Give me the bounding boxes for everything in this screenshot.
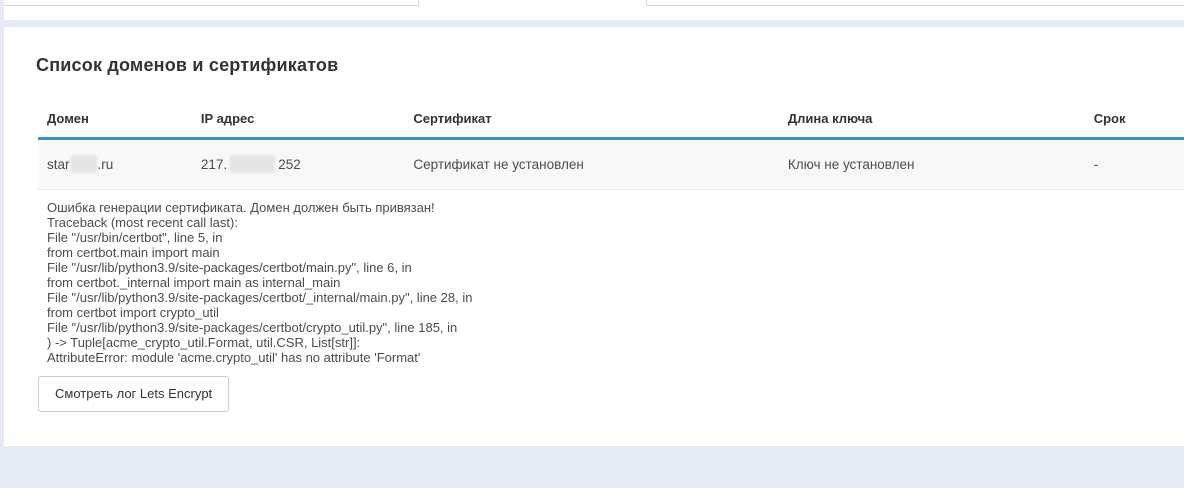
- ip-prefix: 217.: [201, 157, 227, 172]
- traceback-line: File "/usr/lib/python3.9/site-packages/c…: [47, 290, 1184, 305]
- traceback-line: File "/usr/lib/python3.9/site-packages/c…: [47, 260, 1184, 275]
- traceback-line: ) -> Tuple[acme_crypto_util.Format, util…: [47, 335, 1184, 350]
- traceback-line: AttributeError: module 'acme.crypto_util…: [47, 350, 1184, 365]
- traceback-line: from certbot._internal import main as in…: [47, 275, 1184, 290]
- column-header-domain: Домен: [38, 91, 192, 139]
- column-header-term: Срок: [1085, 91, 1184, 139]
- tab-bar: [4, 0, 1184, 20]
- page-root: { "page": { "heading": "Список доменов и…: [0, 0, 1184, 488]
- traceback-line: File "/usr/bin/certbot", line 5, in: [47, 230, 1184, 245]
- tab-left[interactable]: [4, 0, 419, 6]
- table-row[interactable]: star .ru 217. 252 Сертификат не установлен…: [38, 139, 1184, 190]
- term-cell: -: [1085, 139, 1184, 190]
- column-header-ip: IP адрес: [192, 91, 404, 139]
- traceback-line: from certbot.main import main: [47, 245, 1184, 260]
- content-card: Список доменов и сертификатов Домен IP а…: [4, 27, 1184, 446]
- certificate-cell: Сертификат не установлен: [404, 139, 779, 190]
- certificate-error-traceback: Ошибка генерации сертификата. Домен долж…: [47, 200, 1184, 365]
- domain-suffix: .ru: [98, 157, 114, 172]
- tab-active[interactable]: [420, 0, 646, 6]
- domains-table: Домен IP адрес Сертификат Длина ключа Ср…: [38, 91, 1184, 190]
- domain-prefix: star: [47, 157, 70, 172]
- traceback-line: Ошибка генерации сертификата. Домен долж…: [47, 200, 1184, 215]
- censored-blur: [71, 155, 97, 173]
- view-lets-encrypt-log-button[interactable]: Смотреть лог Lets Encrypt: [38, 376, 229, 412]
- traceback-line: Traceback (most recent call last):: [47, 215, 1184, 230]
- censored-blur: [230, 155, 275, 173]
- page-title: Список доменов и сертификатов: [36, 55, 1184, 75]
- domain-cell: star .ru: [38, 139, 192, 190]
- traceback-line: File "/usr/lib/python3.9/site-packages/c…: [47, 320, 1184, 335]
- key-length-cell: Ключ не установлен: [779, 139, 1085, 190]
- column-header-certificate: Сертификат: [404, 91, 779, 139]
- ip-suffix: 252: [278, 157, 301, 172]
- table-header-row: Домен IP адрес Сертификат Длина ключа Ср…: [38, 91, 1184, 139]
- tab-right[interactable]: [646, 0, 1184, 6]
- ip-cell: 217. 252: [192, 139, 404, 190]
- column-header-key-length: Длина ключа: [779, 91, 1085, 139]
- traceback-line: from certbot import crypto_util: [47, 305, 1184, 320]
